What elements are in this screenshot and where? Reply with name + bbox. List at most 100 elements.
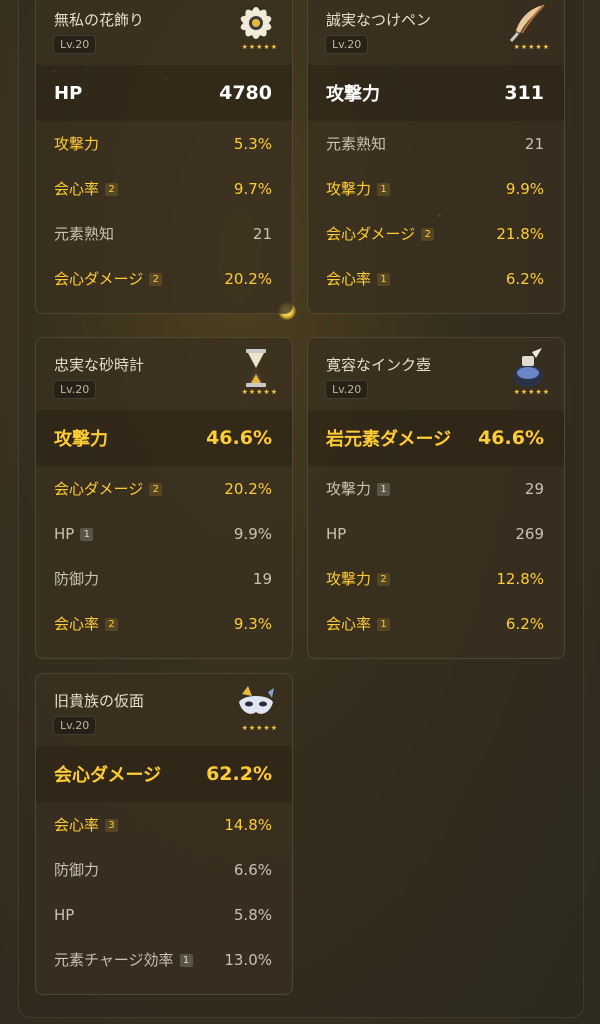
sub-stat-label: 元素チャージ効率 1 — [54, 949, 193, 970]
roll-count-badge: 2 — [105, 618, 119, 631]
sub-stat-label: HP — [326, 524, 347, 543]
sub-stat-label: 攻撃力 1 — [326, 478, 391, 499]
sub-stat-row: HP 1 9.9% — [36, 511, 292, 556]
roll-count-badge: 1 — [377, 183, 391, 196]
sub-stat-row: 会心率 1 6.2% — [308, 256, 564, 301]
sub-stat-value: 12.8% — [496, 569, 544, 588]
sub-stat-row: 防御力 19 — [36, 556, 292, 601]
sub-stat-label: 会心率 2 — [54, 178, 119, 199]
artifact-card[interactable]: 忠実な砂時計 Lv.20 ★★★★★ 攻撃力 46.6% 会心ダメージ 2 20.… — [35, 337, 293, 659]
rarity-stars: ★★★★★ — [241, 43, 278, 51]
sub-stat-label: 会心率 3 — [54, 814, 119, 835]
sub-stat-label: 会心率 1 — [326, 268, 391, 289]
rarity-stars: ★★★★★ — [513, 43, 550, 51]
mask-icon — [234, 682, 278, 726]
flower-icon — [234, 1, 278, 45]
sub-stat-value: 9.7% — [233, 179, 272, 198]
sub-stat-value: 20.2% — [224, 479, 272, 498]
sub-stat-value: 21 — [524, 134, 544, 153]
sub-stat-row: 会心率 3 14.8% — [36, 802, 292, 847]
roll-count-badge: 2 — [149, 273, 163, 286]
sub-stat-label: 会心ダメージ 2 — [326, 223, 435, 244]
sub-stat-value: 9.9% — [233, 524, 272, 543]
artifact-card[interactable]: 誠実なつけペン Lv.20 ★★★★★ 攻撃力 311 元素熟知 21 攻撃力 1… — [307, 0, 565, 314]
artifact-level-badge: Lv.20 — [53, 380, 97, 399]
roll-count-badge: 1 — [377, 483, 391, 496]
artifact-card[interactable]: 寛容なインク壺 Lv.20 ★★★★★ 岩元素ダメージ 46.6% 攻撃力 1 2… — [307, 337, 565, 659]
sub-stat-label: 攻撃力 1 — [326, 178, 391, 199]
artifact-name: 忠実な砂時計 — [54, 356, 145, 374]
main-stat-label: 攻撃力 — [326, 84, 380, 105]
main-stat-value: 46.6% — [206, 427, 272, 449]
roll-count-badge: 2 — [149, 483, 163, 496]
sub-stat-value: 29 — [524, 479, 544, 498]
artifact-name: 寛容なインク壺 — [326, 356, 432, 374]
sub-stat-row: 防御力 6.6% — [36, 847, 292, 892]
roll-count-badge: 3 — [105, 819, 119, 832]
roll-count-badge: 1 — [377, 273, 391, 286]
sub-stat-label: 元素熟知 — [326, 135, 387, 153]
sub-stat-label: HP — [54, 905, 75, 924]
sub-stat-label: 防御力 — [54, 861, 100, 879]
artifact-header: 旧貴族の仮面 Lv.20 ★★★★★ — [36, 674, 292, 746]
main-stat-value: 62.2% — [206, 763, 272, 785]
roll-count-badge: 2 — [105, 183, 119, 196]
main-stat-value: 4780 — [219, 82, 272, 104]
sub-stat-row: 元素チャージ効率 1 13.0% — [36, 937, 292, 982]
sub-stat-row: 会心率 2 9.7% — [36, 166, 292, 211]
sub-stat-row: 攻撃力 1 29 — [308, 466, 564, 511]
artifact-level-badge: Lv.20 — [325, 380, 369, 399]
sub-stat-value: 14.8% — [224, 815, 272, 834]
sub-stat-row: 元素熟知 21 — [36, 211, 292, 256]
artifact-card[interactable]: 旧貴族の仮面 Lv.20 ★★★★★ 会心ダメージ 62.2% 会心率 3 14.… — [35, 673, 293, 995]
main-stat-label: 攻撃力 — [54, 429, 108, 450]
sub-stat-value: 21 — [252, 224, 272, 243]
sub-stat-row: 攻撃力 5.3% — [36, 121, 292, 166]
rarity-stars: ★★★★★ — [241, 388, 278, 396]
roll-count-badge: 2 — [421, 228, 435, 241]
sub-stat-value: 6.2% — [505, 614, 544, 633]
roll-count-badge: 1 — [179, 954, 193, 967]
sub-stat-value: 13.0% — [224, 950, 272, 969]
sub-stat-value: 9.9% — [505, 179, 544, 198]
sub-stat-value: 5.8% — [233, 905, 272, 924]
sub-stat-row: 会心率 1 6.2% — [308, 601, 564, 646]
artifact-name: 誠実なつけペン — [326, 11, 432, 29]
sub-stat-row: 会心ダメージ 2 21.8% — [308, 211, 564, 256]
sub-stat-value: 6.6% — [233, 860, 272, 879]
main-stat-label: HP — [54, 82, 83, 104]
hourglass-icon — [234, 346, 278, 390]
main-stat-label: 岩元素ダメージ — [326, 429, 452, 450]
sub-stat-label: 会心率 2 — [54, 613, 119, 634]
main-stat-label: 会心ダメージ — [54, 765, 162, 786]
rarity-stars: ★★★★★ — [513, 388, 550, 396]
sub-stat-row: 攻撃力 1 9.9% — [308, 166, 564, 211]
sub-stat-value: 9.3% — [233, 614, 272, 633]
sub-stat-row: HP 5.8% — [36, 892, 292, 937]
sub-stat-value: 21.8% — [496, 224, 544, 243]
sub-stat-label: 攻撃力 2 — [326, 568, 391, 589]
sub-stat-label: 元素熟知 — [54, 225, 115, 243]
sub-stat-label: 会心ダメージ 2 — [54, 268, 163, 289]
artifact-card[interactable]: 無私の花飾り Lv.20 ★★★★★ HP 4780 攻撃力 5.3% 会心率 2… — [35, 0, 293, 314]
sub-stat-value: 5.3% — [233, 134, 272, 153]
sub-stat-label: 攻撃力 — [54, 135, 100, 153]
artifact-name: 旧貴族の仮面 — [54, 692, 145, 710]
sub-stat-value: 19 — [252, 569, 272, 588]
sub-stat-value: 6.2% — [505, 269, 544, 288]
ink-pot-icon — [506, 346, 550, 390]
roll-count-badge: 1 — [377, 618, 391, 631]
roll-count-badge: 2 — [377, 573, 391, 586]
main-stat-row: HP 4780 — [36, 65, 292, 121]
main-stat-row: 会心ダメージ 62.2% — [36, 746, 292, 802]
main-stat-row: 攻撃力 46.6% — [36, 410, 292, 466]
artifact-level-badge: Lv.20 — [325, 35, 369, 54]
sub-stat-label: 会心率 1 — [326, 613, 391, 634]
sub-stat-row: 会心ダメージ 2 20.2% — [36, 256, 292, 301]
sub-stat-value: 20.2% — [224, 269, 272, 288]
feather-icon — [506, 1, 550, 45]
sub-stat-label: HP 1 — [54, 525, 94, 543]
artifact-header: 寛容なインク壺 Lv.20 ★★★★★ — [308, 338, 564, 410]
main-stat-row: 攻撃力 311 — [308, 65, 564, 121]
rarity-stars: ★★★★★ — [241, 724, 278, 732]
